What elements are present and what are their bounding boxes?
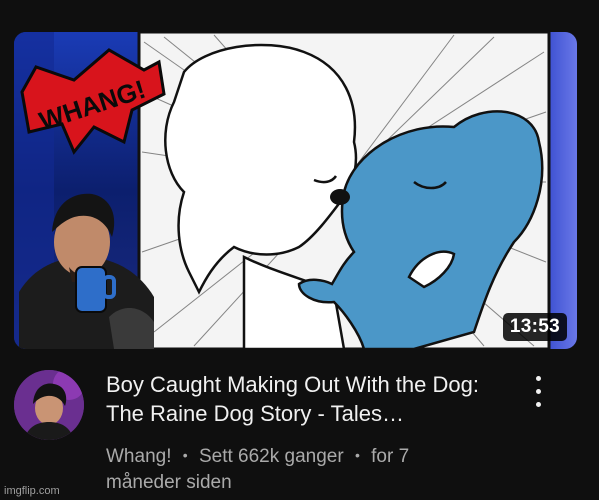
- video-title[interactable]: Boy Caught Making Out With the Dog: The …: [106, 370, 506, 428]
- vertical-ellipsis-icon: [536, 402, 541, 407]
- separator-dot: •: [354, 447, 360, 463]
- video-meta: Boy Caught Making Out With the Dog: The …: [14, 366, 577, 496]
- separator-dot: •: [182, 447, 188, 463]
- video-card-page: WHANG! 13:53 Boy Caught Making Out With …: [0, 0, 599, 500]
- channel-name[interactable]: Whang!: [106, 446, 171, 467]
- video-subtitle: Whang! • Sett 662k ganger • for 7 månede…: [106, 444, 466, 495]
- imgflip-watermark: imgflip.com: [4, 485, 60, 497]
- more-options-button[interactable]: [528, 374, 548, 410]
- avatar-image: [14, 370, 84, 440]
- channel-avatar[interactable]: [14, 370, 84, 440]
- duration-badge: 13:53: [502, 313, 567, 341]
- thumbnail-artwork: WHANG!: [14, 32, 577, 349]
- vertical-ellipsis-icon: [536, 389, 541, 394]
- view-count: Sett 662k ganger: [198, 446, 344, 467]
- vertical-ellipsis-icon: [536, 376, 541, 381]
- video-thumbnail[interactable]: WHANG! 13:53: [14, 32, 577, 349]
